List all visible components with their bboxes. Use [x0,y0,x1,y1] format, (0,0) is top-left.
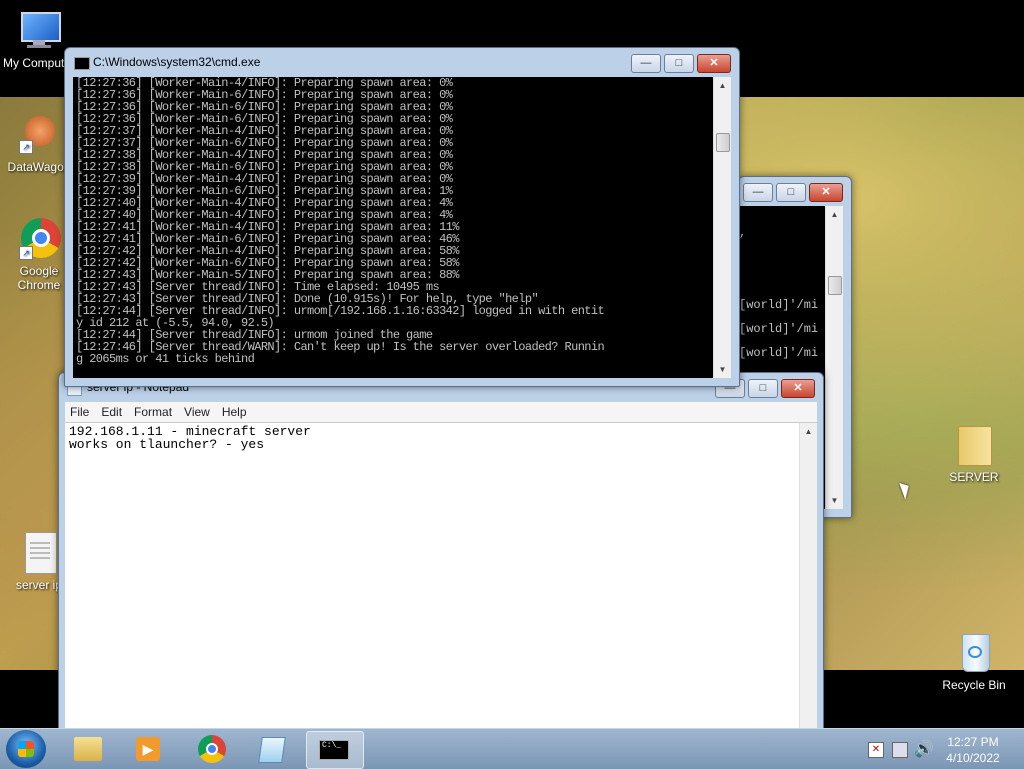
notepad-window[interactable]: server ip - Notepad — □ ✕ File Edit Form… [58,372,824,734]
taskbar-chrome[interactable] [184,731,240,767]
vertical-scrollbar[interactable]: ▲ [799,423,817,733]
windows-logo-icon [18,741,34,757]
volume-icon[interactable]: 🔊 [914,739,934,759]
scroll-up-arrow-icon[interactable]: ▲ [800,423,817,440]
system-clock[interactable]: 12:27 PM 4/10/2022 [940,734,1006,766]
close-button[interactable]: ✕ [781,379,815,398]
action-center-icon[interactable]: ✕ [868,742,884,758]
menu-help[interactable]: Help [217,402,254,422]
notepad-icon [258,737,286,763]
taskbar-media-player[interactable]: ▶ [120,731,176,767]
console-fragment: [world]'/mi [739,346,819,360]
console-fragment: [world]'/mi [739,322,819,336]
minimize-button[interactable]: — [631,54,661,73]
text-file-icon [17,530,61,574]
scroll-thumb[interactable] [716,133,730,152]
cmd-output: [12:27:36] [Worker-Main-4/INFO]: Prepari… [76,77,716,378]
maximize-button[interactable]: □ [748,379,778,398]
folder-icon [74,737,102,761]
menu-file[interactable]: File [65,402,96,422]
desktop-icon-label: SERVER [949,470,999,484]
cmd-title: C:\Windows\system32\cmd.exe [93,55,261,69]
minimize-button[interactable]: — [743,183,773,202]
console-fragment: , [739,226,747,240]
folder-icon [952,422,996,466]
scroll-up-arrow-icon[interactable]: ▲ [714,77,731,94]
recycle-bin-icon [952,630,996,674]
vertical-scrollbar[interactable]: ▲ ▼ [713,77,731,378]
close-button[interactable]: ✕ [809,183,843,202]
taskbar-explorer[interactable] [60,731,116,767]
notepad-menubar: File Edit Format View Help [65,402,817,422]
media-player-icon: ▶ [136,737,160,761]
desktop-icon-label: Recycle Bin [942,678,1006,692]
notepad-text-area[interactable]: 192.168.1.11 - minecraft server works on… [65,422,817,733]
scroll-thumb[interactable] [828,276,842,295]
cmd-titlebar[interactable]: C:\Windows\system32\cmd.exe — □ ✕ [65,48,739,76]
maximize-button[interactable]: □ [776,183,806,202]
scroll-up-arrow-icon[interactable]: ▲ [826,206,843,223]
close-button[interactable]: ✕ [697,54,731,73]
console-fragment: [world]'/mi [739,298,819,312]
computer-icon [17,8,61,52]
taskbar-cmd[interactable]: C:\_ [306,731,364,769]
menu-format[interactable]: Format [129,402,179,422]
cmd-window[interactable]: C:\Windows\system32\cmd.exe — □ ✕ [12:27… [64,47,740,387]
start-button[interactable] [6,730,46,768]
notepad-content: 192.168.1.11 - minecraft server works on… [69,424,311,452]
network-icon[interactable] [892,742,908,758]
scroll-down-arrow-icon[interactable]: ▼ [826,492,843,509]
cmd-icon [74,57,90,70]
vertical-scrollbar[interactable]: ▲ ▼ [825,206,843,509]
taskbar: ▶ C:\_ ✕ 🔊 12:27 PM 4/10/2022 [0,728,1024,769]
cmd-console[interactable]: [12:27:36] [Worker-Main-4/INFO]: Prepari… [73,77,731,378]
chrome-icon: ↗ [17,216,61,260]
datawagon-icon: ↗ [17,112,61,156]
clock-time: 12:27 PM [947,735,999,749]
scroll-down-arrow-icon[interactable]: ▼ [714,361,731,378]
menu-edit[interactable]: Edit [96,402,129,422]
clock-date: 4/10/2022 [946,751,1000,765]
desktop-icon-recycle-bin[interactable]: Recycle Bin [935,630,1013,692]
console-line: g 2065ms or 41 ticks behind [76,352,255,366]
desktop-icon-server-folder[interactable]: SERVER [935,422,1013,484]
taskbar-notepad[interactable] [244,731,300,767]
cmd-icon: C:\_ [319,740,349,760]
maximize-button[interactable]: □ [664,54,694,73]
menu-view[interactable]: View [179,402,217,422]
background-window-titlebar[interactable]: — □ ✕ [739,177,851,205]
